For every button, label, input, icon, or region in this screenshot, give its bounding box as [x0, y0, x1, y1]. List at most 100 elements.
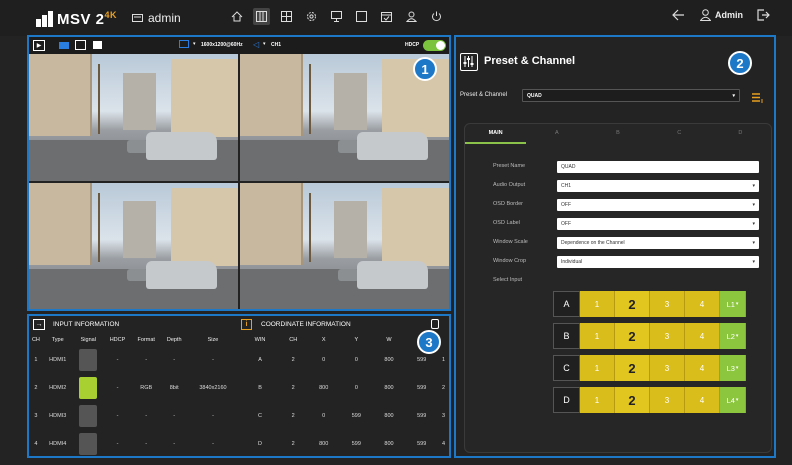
logout-icon[interactable]	[757, 9, 770, 21]
osd-label-select[interactable]: OFF ▾	[557, 218, 759, 230]
tab-d[interactable]: D	[710, 124, 771, 144]
tab-b[interactable]: B	[587, 124, 648, 144]
input-button[interactable]: 1	[580, 291, 615, 317]
window-scale-select[interactable]: Dependence on the Channel ▾	[557, 237, 759, 249]
cell: 2	[34, 385, 38, 391]
preset-channel-panel: Preset & Channel 2 Preset & Channel QUAD…	[454, 35, 776, 458]
window-crop-label: Window Crop	[493, 258, 527, 264]
display-icon[interactable]	[328, 8, 345, 25]
power-icon[interactable]	[428, 8, 445, 25]
users-icon[interactable]	[403, 8, 420, 25]
home-icon[interactable]	[228, 8, 245, 25]
input-selector-row-b: B 1 2 3 4 L2 ▾	[553, 323, 746, 349]
cell: 599	[417, 441, 427, 447]
input-button[interactable]: 4	[685, 355, 720, 381]
cell: A	[258, 357, 262, 363]
input-button-selected[interactable]: 2	[615, 355, 650, 381]
cell: 0	[354, 357, 358, 363]
osd-border-label: OSD Border	[493, 201, 523, 207]
channel-tabs: MAIN A B C D	[465, 124, 771, 144]
video-window-c[interactable]	[29, 182, 238, 309]
input-button[interactable]: 4	[685, 291, 720, 317]
window-crop-select[interactable]: Individual ▾	[557, 256, 759, 268]
preset-name-input[interactable]: QUAD	[557, 161, 759, 173]
output-monitor-icon[interactable]	[179, 40, 189, 48]
input-button[interactable]: 3	[650, 387, 685, 413]
input-selector-row-c: C 1 2 3 4 L3 ▾	[553, 355, 746, 381]
col-header: Format	[137, 337, 155, 343]
osd-label-value: OFF	[561, 221, 571, 227]
user-menu[interactable]: Admin	[700, 9, 743, 21]
edit-icon[interactable]	[75, 40, 86, 50]
input-button-selected[interactable]: 2	[615, 291, 650, 317]
col-header: Depth	[166, 337, 182, 343]
chevron-down-icon: ▾	[735, 397, 739, 403]
matrix-icon[interactable]	[253, 8, 270, 25]
layout-icon[interactable]	[278, 8, 295, 25]
hdcp-toggle[interactable]	[423, 40, 446, 51]
play-icon[interactable]: ▶	[33, 40, 45, 51]
list-add-icon[interactable]	[752, 90, 764, 103]
input-selector-row-d: D 1 2 3 4 L4 ▾	[553, 387, 746, 413]
hdcp-label: HDCP	[405, 42, 420, 48]
audio-output-select[interactable]: CH1 ▾	[557, 180, 759, 192]
audio-output-label: Audio Output	[493, 182, 526, 188]
signal-cell	[73, 430, 104, 458]
preset-select[interactable]: QUAD ▾	[522, 89, 740, 102]
section-badge-1: 1	[413, 57, 437, 81]
chevron-down-icon: ▾	[752, 259, 755, 265]
input-button[interactable]: 3	[650, 323, 685, 349]
chevron-down-icon[interactable]: ▾	[193, 41, 196, 47]
input-button[interactable]: 3	[650, 355, 685, 381]
col-header: W	[386, 337, 392, 343]
col-header: Size	[207, 337, 219, 343]
cell: 599	[417, 385, 427, 391]
input-button-selected[interactable]: 2	[615, 387, 650, 413]
speaker-icon[interactable]: ◁	[253, 40, 259, 49]
input-button[interactable]: 1	[580, 387, 615, 413]
tab-main[interactable]: MAIN	[465, 124, 527, 144]
cell: 800	[384, 441, 394, 447]
unlock-icon[interactable]	[93, 41, 102, 49]
cell: 2	[291, 413, 295, 419]
audio-chevron-down-icon[interactable]: ▾	[263, 41, 266, 47]
layer-label: L4	[726, 395, 735, 405]
cell: 4	[34, 441, 38, 447]
device-name: admin	[132, 11, 181, 25]
window-icon[interactable]	[353, 8, 370, 25]
layer-select[interactable]: L4 ▾	[720, 387, 746, 413]
tab-a[interactable]: A	[526, 124, 587, 144]
input-button[interactable]: 4	[685, 323, 720, 349]
video-window-a[interactable]	[29, 54, 238, 181]
video-window-d[interactable]	[240, 182, 449, 309]
audio-output-value: CH1	[561, 183, 572, 189]
settings-icon[interactable]	[303, 8, 320, 25]
resolution-label[interactable]: 1600x1200@60Hz	[201, 42, 243, 48]
input-button[interactable]: 3	[650, 291, 685, 317]
top-bar: MSV 24K admin Admin	[0, 0, 792, 36]
cell: -	[116, 385, 119, 391]
layer-select[interactable]: L2 ▾	[720, 323, 746, 349]
audio-channel-label[interactable]: CH1	[271, 42, 281, 48]
camera-icon[interactable]	[59, 42, 69, 49]
calendar-icon[interactable]	[378, 8, 395, 25]
cell: 599	[351, 413, 361, 419]
back-icon[interactable]	[672, 9, 685, 21]
cell: C	[258, 413, 263, 419]
cell: RGB	[140, 385, 153, 391]
layer-select[interactable]: L1 ▾	[720, 291, 746, 317]
cell: D	[258, 441, 263, 447]
input-button[interactable]: 1	[580, 323, 615, 349]
cell: -	[116, 413, 119, 419]
osd-border-select[interactable]: OFF ▾	[557, 199, 759, 211]
lock-icon[interactable]	[431, 319, 439, 329]
input-button[interactable]: 1	[580, 355, 615, 381]
layer-select[interactable]: L3 ▾	[720, 355, 746, 381]
cell: HDMI4	[49, 441, 67, 447]
cell: -	[212, 441, 214, 447]
cell: -	[212, 413, 214, 419]
input-button[interactable]: 4	[685, 387, 720, 413]
tab-c[interactable]: C	[649, 124, 710, 144]
input-button-selected[interactable]: 2	[615, 323, 650, 349]
window-letter: B	[553, 323, 580, 349]
